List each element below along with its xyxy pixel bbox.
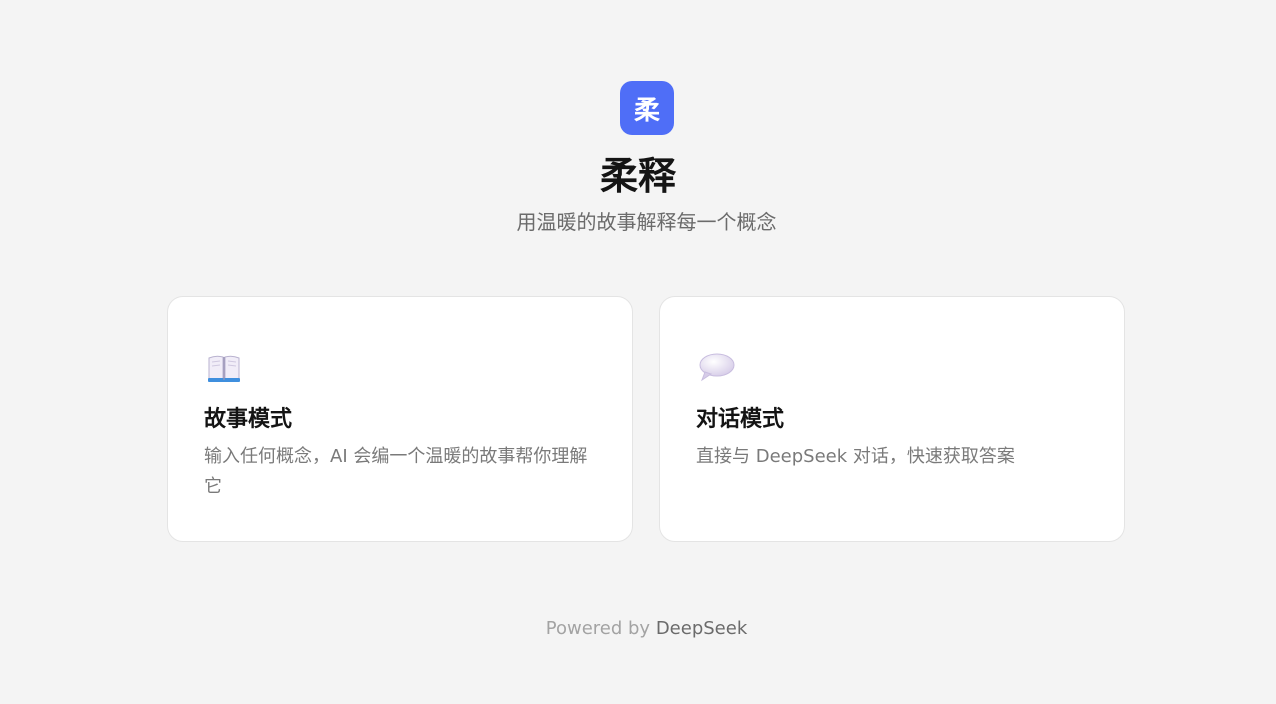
powered-by-text: Powered by [545,618,651,639]
story-mode-title: 故事模式 [204,407,293,432]
page-title: 柔释 [599,154,676,198]
chat-mode-description: 直接与 DeepSeek 对话，快速获取答案 [696,446,1015,467]
logo-text: 柔 [633,95,660,126]
story-mode-card[interactable]: 故事模式 输入任何概念，AI 会编一个温暖的故事帮你理解它 [167,296,633,542]
speech-bubble-icon [699,353,735,382]
app-logo: 柔 [620,81,674,135]
deepseek-brand: DeepSeek [655,618,748,639]
page-subtitle: 用温暖的故事解释每一个概念 [516,210,777,234]
footer: Powered by DeepSeek [0,616,1276,642]
story-mode-description: 输入任何概念，AI 会编一个温暖的故事帮你理解它 [204,446,588,497]
chat-mode-card[interactable]: 对话模式 直接与 DeepSeek 对话，快速获取答案 [659,296,1125,542]
chat-mode-title: 对话模式 [696,407,785,432]
open-book-icon [208,355,240,382]
